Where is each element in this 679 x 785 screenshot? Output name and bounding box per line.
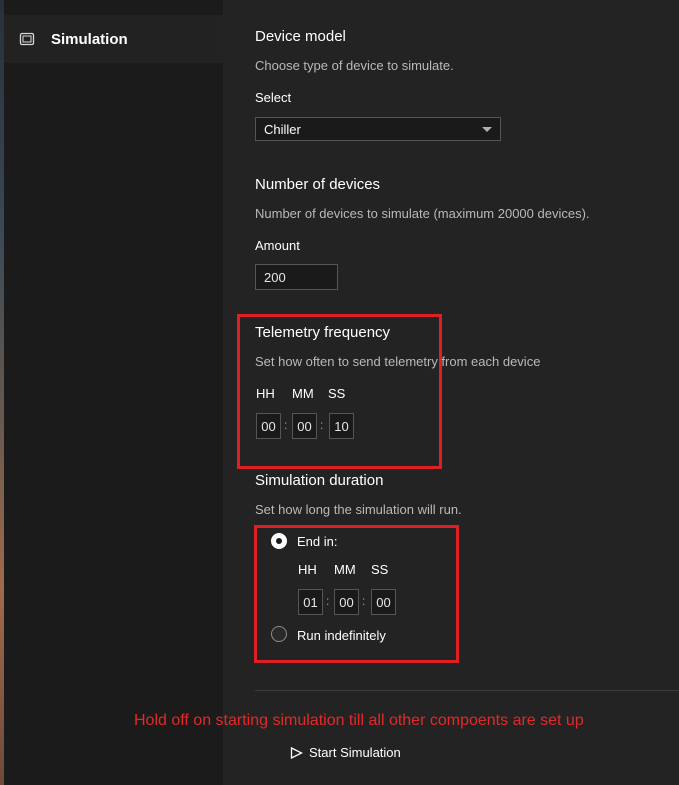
simulation-duration-title: Simulation duration [255, 472, 384, 489]
duration-minutes-input[interactable]: 00 [334, 589, 359, 615]
run-indefinitely-radio[interactable] [271, 626, 287, 642]
play-icon [290, 746, 303, 759]
time-separator: : [284, 418, 288, 432]
run-indefinitely-label: Run indefinitely [297, 628, 386, 643]
simulation-panel: Device model Choose type of device to si… [134, 0, 679, 785]
sidebar-item-simulation[interactable]: Simulation [4, 15, 223, 63]
telemetry-mm-label: MM [292, 386, 314, 401]
time-separator: : [326, 594, 330, 608]
telemetry-hours-input[interactable]: 00 [256, 413, 281, 439]
time-separator: : [362, 594, 366, 608]
number-of-devices-title: Number of devices [255, 176, 381, 193]
device-icon [19, 31, 35, 47]
start-simulation-button[interactable]: Start Simulation [290, 745, 401, 760]
select-label: Select [255, 90, 292, 105]
end-in-label: End in: [297, 534, 338, 549]
duration-ss-label: SS [371, 562, 389, 577]
device-model-select-value: Chiller [264, 121, 301, 137]
simulation-duration-description: Set how long the simulation will run. [255, 502, 462, 517]
duration-seconds-input[interactable]: 00 [371, 589, 396, 615]
annotation-note: Hold off on starting simulation till all… [134, 712, 584, 729]
telemetry-minutes-input[interactable]: 00 [292, 413, 317, 439]
amount-input[interactable]: 200 [255, 264, 338, 290]
telemetry-frequency-title: Telemetry frequency [255, 324, 391, 341]
end-in-radio[interactable] [271, 533, 287, 549]
telemetry-frequency-description: Set how often to send telemetry from eac… [255, 354, 541, 369]
duration-hours-input[interactable]: 01 [298, 589, 323, 615]
number-of-devices-description: Number of devices to simulate (maximum 2… [255, 206, 590, 221]
telemetry-ss-label: SS [328, 386, 346, 401]
time-separator: : [320, 418, 324, 432]
duration-mm-label: MM [334, 562, 356, 577]
duration-hh-label: HH [298, 562, 317, 577]
amount-label: Amount [255, 238, 300, 253]
device-model-description: Choose type of device to simulate. [255, 58, 454, 73]
sidebar: Simulation [4, 0, 223, 785]
device-model-select[interactable]: Chiller [255, 117, 501, 141]
telemetry-seconds-input[interactable]: 10 [329, 413, 354, 439]
chevron-down-icon [482, 127, 492, 132]
telemetry-hh-label: HH [256, 386, 275, 401]
sidebar-item-label: Simulation [51, 30, 128, 48]
divider [255, 690, 679, 691]
start-simulation-label: Start Simulation [309, 745, 401, 760]
device-model-title: Device model [255, 28, 346, 45]
